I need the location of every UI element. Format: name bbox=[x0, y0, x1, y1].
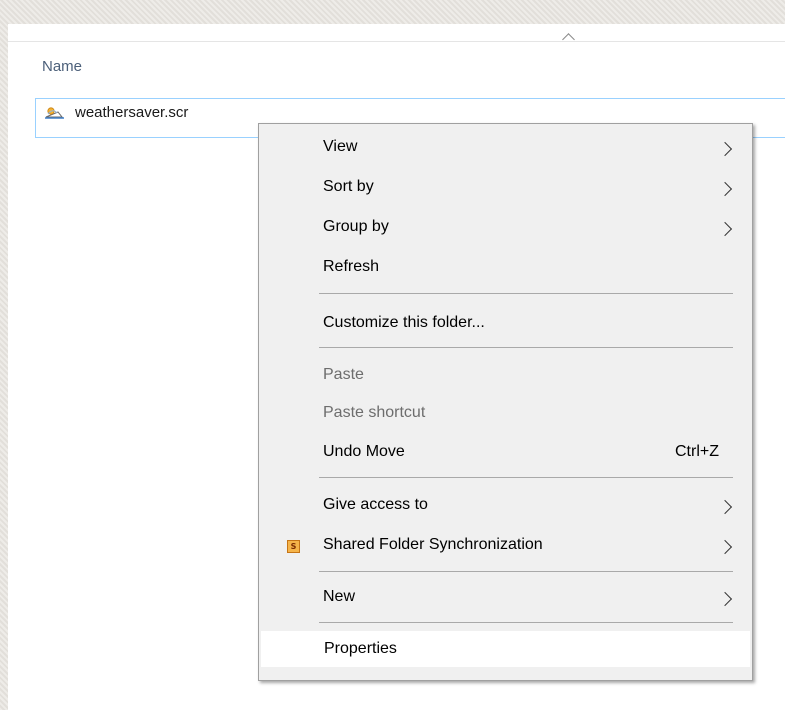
chevron-right-icon bbox=[717, 181, 733, 197]
menu-item-paste-shortcut[interactable]: Paste shortcut bbox=[261, 396, 750, 432]
menu-item-label: Paste bbox=[323, 366, 364, 383]
chevron-right-icon bbox=[717, 221, 733, 237]
file-name-label: weathersaver.scr bbox=[75, 104, 189, 121]
menu-item-label: Group by bbox=[323, 218, 389, 235]
chevron-right-icon bbox=[717, 499, 733, 515]
menu-item-label: Refresh bbox=[323, 258, 380, 275]
menu-item-sort-by[interactable]: Sort by bbox=[261, 170, 750, 206]
column-header-name[interactable]: Name bbox=[42, 58, 82, 75]
menu-item-properties[interactable]: Properties bbox=[261, 631, 750, 667]
menu-separator bbox=[319, 622, 733, 623]
screensaver-file-icon bbox=[44, 105, 66, 121]
menu-item-customize-folder[interactable]: Customize this folder... bbox=[261, 306, 750, 342]
column-header-divider bbox=[8, 41, 785, 42]
menu-item-give-access[interactable]: Give access to bbox=[261, 488, 750, 524]
menu-item-label: Shared Folder Synchronization bbox=[323, 536, 543, 553]
menu-item-undo-move[interactable]: Undo Move Ctrl+Z bbox=[261, 435, 750, 471]
menu-item-paste[interactable]: Paste bbox=[261, 358, 750, 394]
chevron-right-icon bbox=[717, 141, 733, 157]
menu-item-view[interactable]: View bbox=[261, 130, 750, 166]
menu-item-label: Properties bbox=[324, 640, 397, 657]
shortcut-label: Ctrl+Z bbox=[675, 443, 719, 460]
context-menu: View Sort by Group by Refresh Customize … bbox=[258, 123, 753, 681]
menu-separator bbox=[319, 571, 733, 572]
menu-item-label: Sort by bbox=[323, 178, 374, 195]
menu-item-refresh[interactable]: Refresh bbox=[261, 250, 750, 286]
menu-separator bbox=[319, 293, 733, 294]
menu-item-label: New bbox=[323, 588, 356, 605]
chevron-right-icon bbox=[717, 539, 733, 555]
menu-item-label: Give access to bbox=[323, 496, 428, 513]
menu-separator bbox=[319, 347, 733, 348]
menu-item-shared-folder-sync[interactable]: S Shared Folder Synchronization bbox=[261, 528, 750, 564]
chevron-right-icon bbox=[717, 591, 733, 607]
menu-item-label: View bbox=[323, 138, 358, 155]
menu-item-group-by[interactable]: Group by bbox=[261, 210, 750, 246]
menu-item-label: Customize this folder... bbox=[323, 314, 485, 331]
menu-item-label: Undo Move bbox=[323, 443, 405, 460]
menu-item-new[interactable]: New bbox=[261, 580, 750, 616]
sort-ascending-icon[interactable] bbox=[562, 33, 575, 46]
menu-item-label: Paste shortcut bbox=[323, 404, 426, 421]
menu-separator bbox=[319, 477, 733, 478]
sync-app-icon: S bbox=[287, 540, 300, 553]
